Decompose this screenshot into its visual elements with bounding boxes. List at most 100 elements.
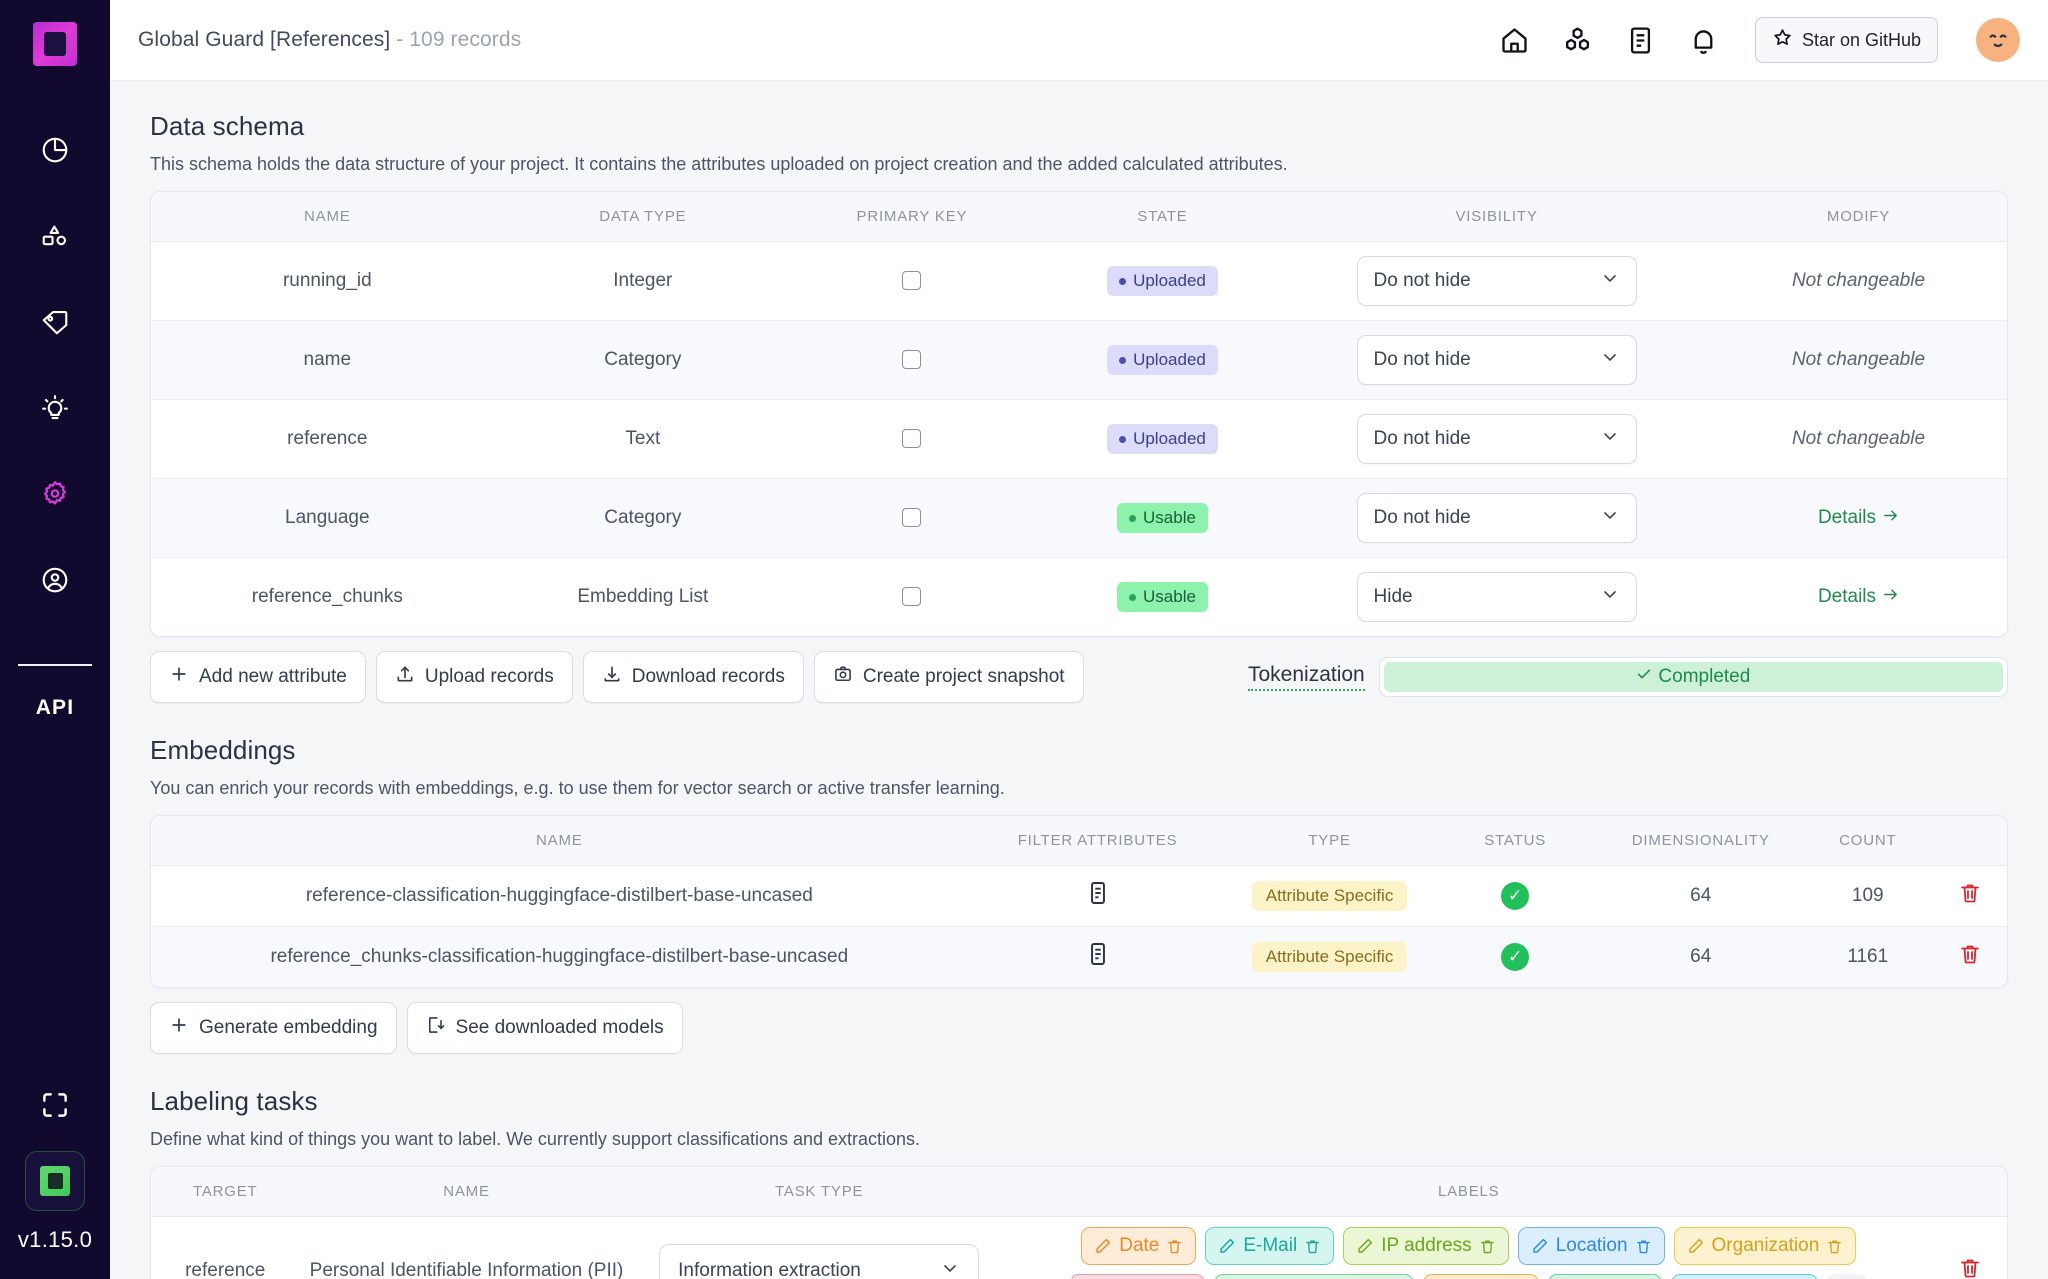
label-chip[interactable]: E-Mail — [1205, 1227, 1334, 1265]
label-chip[interactable]: IP address — [1343, 1227, 1508, 1265]
label-chip[interactable]: Zip code — [1671, 1274, 1819, 1279]
tokenization-progress-fill: Completed — [1384, 662, 2003, 692]
type-tag: Attribute Specific — [1252, 881, 1408, 911]
see-downloaded-models-button[interactable]: See downloaded models — [407, 1002, 683, 1054]
attribute-data-type: Embedding List — [504, 558, 782, 637]
visibility-cell: Hide — [1283, 558, 1710, 637]
delete-label-icon[interactable] — [1166, 1238, 1183, 1255]
col-task-delete — [1933, 1167, 2007, 1217]
primary-key-checkbox[interactable] — [902, 271, 921, 290]
primary-key-checkbox[interactable] — [902, 429, 921, 448]
label-chip-text: IP address — [1381, 1235, 1471, 1257]
visibility-value: Do not hide — [1374, 270, 1471, 292]
bell-icon[interactable] — [1688, 25, 1719, 56]
primary-key-checkbox[interactable] — [902, 587, 921, 606]
attribute-name: reference — [151, 400, 504, 479]
expand-icon[interactable] — [40, 1090, 70, 1125]
download-box-icon — [426, 1015, 446, 1041]
plus-icon — [169, 664, 189, 690]
add-label-button[interactable]: + — [1827, 1274, 1867, 1279]
download-records-button[interactable]: Download records — [583, 651, 804, 703]
type-tag: Attribute Specific — [1252, 942, 1408, 972]
data-schema-thead: NAME DATA TYPE PRIMARY KEY STATE VISIBIL… — [151, 192, 2007, 242]
create-project-snapshot-button[interactable]: Create project snapshot — [814, 651, 1084, 703]
kern-logo-icon[interactable] — [33, 22, 77, 66]
sidebar-item-account[interactable] — [29, 554, 81, 606]
label-chip[interactable]: Phone number — [1214, 1274, 1414, 1279]
record-count: - 109 records — [396, 28, 521, 51]
plus-icon — [169, 1015, 189, 1041]
embeddings-tbody: reference-classification-huggingface-dis… — [151, 866, 2007, 988]
sidebar-item-labeling[interactable] — [29, 296, 81, 348]
home-icon[interactable] — [1499, 25, 1530, 56]
edit-pencil-icon[interactable] — [1687, 1237, 1705, 1255]
embeddings-heading: Embeddings — [150, 735, 2008, 766]
topbar: Global Guard [References] - 109 records — [110, 0, 2048, 81]
main-area: Global Guard [References] - 109 records — [110, 0, 2048, 1279]
check-circle-icon: ✓ — [1501, 943, 1529, 971]
document-icon[interactable] — [1085, 890, 1111, 911]
col-filter-attributes: FILTER ATTRIBUTES — [968, 816, 1228, 866]
add-new-attribute-button[interactable]: Add new attribute — [150, 651, 366, 703]
content-scroll: Data schema This schema holds the data s… — [110, 81, 2048, 1279]
col-state: STATE — [1042, 192, 1283, 242]
hexagons-icon[interactable] — [1562, 25, 1593, 56]
visibility-select[interactable]: Do not hide — [1357, 335, 1637, 385]
labeling-tasks-table-card: TARGET NAME TASK TYPE LABELS referencePe… — [150, 1166, 2008, 1279]
label-chip[interactable]: Organization — [1674, 1227, 1857, 1265]
label-chip[interactable]: URL — [1548, 1274, 1661, 1279]
edit-pencil-icon[interactable] — [1218, 1237, 1236, 1255]
modify-cell: Not changeable — [1710, 242, 2007, 321]
delete-label-icon[interactable] — [1479, 1238, 1496, 1255]
label-chip[interactable]: Date — [1081, 1227, 1196, 1265]
primary-key-checkbox[interactable] — [902, 350, 921, 369]
document-icon[interactable] — [1085, 951, 1111, 972]
primary-key-checkbox[interactable] — [902, 508, 921, 527]
upload-records-button[interactable]: Upload records — [376, 651, 573, 703]
edit-pencil-icon[interactable] — [1531, 1237, 1549, 1255]
delete-label-icon[interactable] — [1635, 1238, 1652, 1255]
delete-icon[interactable] — [1958, 881, 1982, 905]
document-icon[interactable] — [1625, 25, 1656, 56]
delete-label-icon[interactable] — [1304, 1238, 1321, 1255]
label-chip[interactable]: Time — [1423, 1274, 1540, 1279]
topbar-actions: Star on GitHub — [1499, 17, 2020, 63]
label-chip[interactable]: Location — [1518, 1227, 1665, 1265]
label-chip[interactable]: Person — [1070, 1274, 1205, 1279]
state-cell: Uploaded — [1042, 400, 1283, 479]
details-link[interactable]: Details — [1818, 586, 1899, 609]
visibility-select[interactable]: Hide — [1357, 572, 1637, 622]
table-row: referenceTextUploadedDo not hideNot chan… — [151, 400, 2007, 479]
attribute-name: running_id — [151, 242, 504, 321]
edit-pencil-icon[interactable] — [1094, 1237, 1112, 1255]
visibility-select[interactable]: Do not hide — [1357, 493, 1637, 543]
refinery-version-badge[interactable] — [25, 1151, 85, 1211]
sidebar-item-settings[interactable] — [29, 468, 81, 520]
visibility-select[interactable]: Do not hide — [1357, 414, 1637, 464]
state-cell: Uploaded — [1042, 321, 1283, 400]
embedding-name: reference_chunks-classification-huggingf… — [151, 927, 968, 988]
visibility-select[interactable]: Do not hide — [1357, 256, 1637, 306]
table-header-row: TARGET NAME TASK TYPE LABELS — [151, 1167, 2007, 1217]
generate-embedding-button[interactable]: Generate embedding — [150, 1002, 397, 1054]
star-on-github-button[interactable]: Star on GitHub — [1755, 17, 1938, 63]
table-row: running_idIntegerUploadedDo not hideNot … — [151, 242, 2007, 321]
task-labels-cell: DateE-Mail IP address Location Organization… — [1005, 1217, 1933, 1279]
edit-pencil-icon[interactable] — [1356, 1237, 1374, 1255]
embedding-name: reference-classification-huggingface-dis… — [151, 866, 968, 927]
avatar[interactable] — [1976, 18, 2020, 62]
details-link[interactable]: Details — [1818, 507, 1899, 530]
delete-label-icon[interactable] — [1826, 1238, 1843, 1255]
modify-cell: Not changeable — [1710, 400, 2007, 479]
sidebar-item-data-browser[interactable] — [29, 210, 81, 262]
task-type-value: Information extraction — [678, 1260, 861, 1279]
star-icon — [1772, 27, 1793, 53]
sidebar-item-heuristics[interactable] — [29, 382, 81, 434]
sidebar-item-api[interactable]: API — [36, 696, 75, 720]
task-type-select[interactable]: Information extraction — [659, 1244, 979, 1279]
delete-icon[interactable] — [1958, 942, 1982, 966]
label-chip-text: Organization — [1712, 1235, 1820, 1257]
sidebar-item-overview[interactable] — [29, 124, 81, 176]
chevron-down-icon — [1600, 584, 1620, 610]
delete-task-icon[interactable] — [1958, 1256, 1982, 1279]
